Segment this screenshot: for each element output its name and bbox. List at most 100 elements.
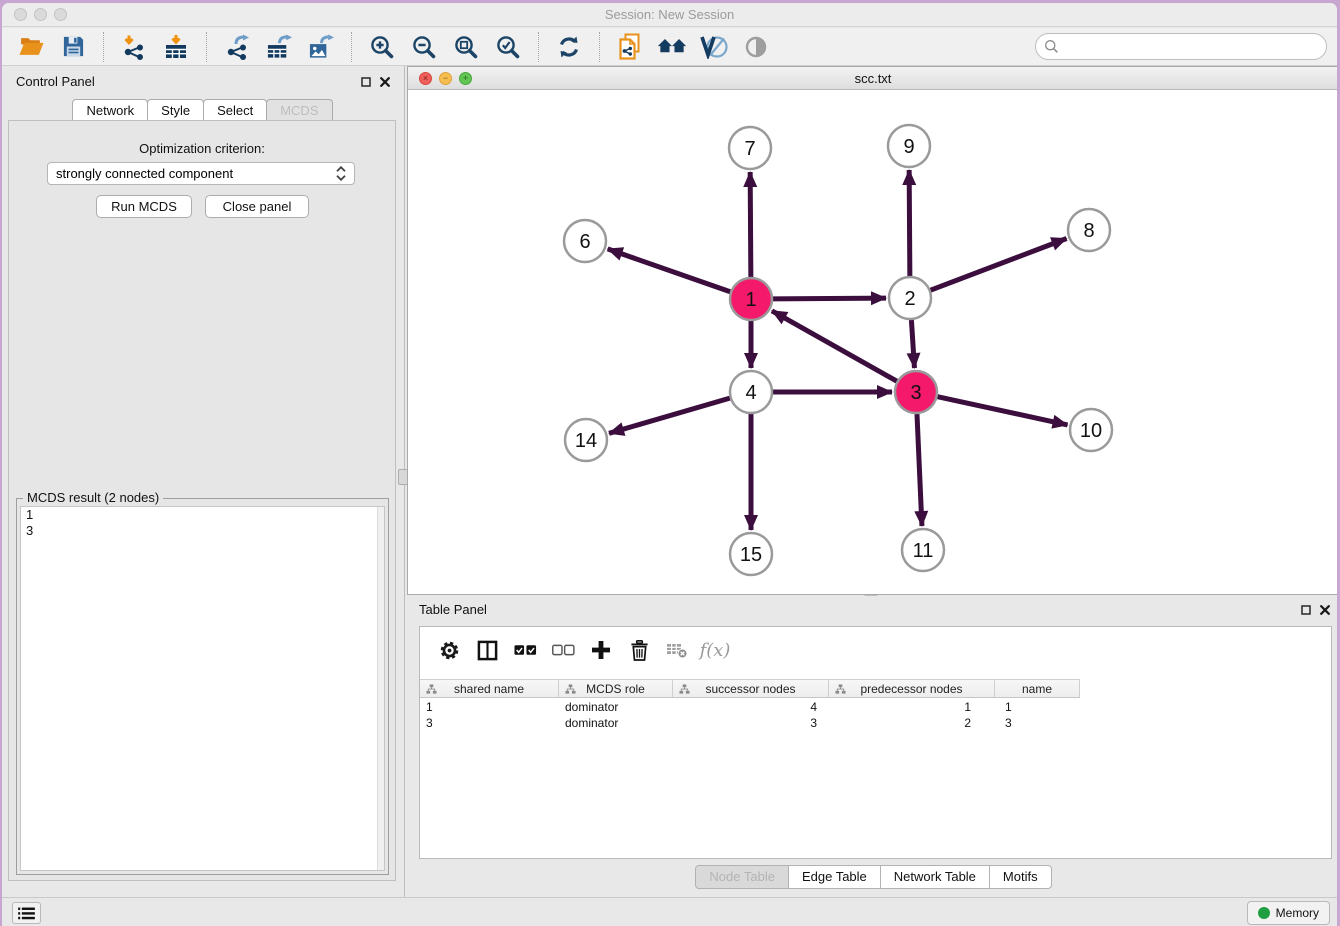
node-10[interactable]: 10	[1070, 409, 1112, 451]
run-mcds-button[interactable]: Run MCDS	[96, 195, 192, 218]
node-15[interactable]: 15	[730, 533, 772, 575]
edge-1-2[interactable]	[773, 298, 886, 299]
node-8[interactable]: 8	[1068, 209, 1110, 251]
export-image-icon[interactable]	[306, 32, 336, 62]
edge-3-10[interactable]	[937, 397, 1067, 425]
column-header-successor-nodes[interactable]: successor nodes	[673, 680, 829, 697]
column-header-predecessor-nodes[interactable]: predecessor nodes	[829, 680, 995, 697]
column-header-shared-name[interactable]: shared name	[420, 680, 559, 697]
unselect-all-columns-icon[interactable]	[550, 637, 576, 663]
cell-MCDS-role[interactable]: dominator	[559, 715, 673, 731]
refresh-icon[interactable]	[554, 32, 584, 62]
column-header-name[interactable]: name	[995, 680, 1080, 697]
import-table-icon[interactable]	[161, 32, 191, 62]
mcds-result-text[interactable]: 13	[20, 506, 385, 871]
cell-predecessor-nodes[interactable]: 2	[829, 715, 995, 731]
control-panel-title: Control Panel	[16, 74, 95, 89]
result-scrollbar[interactable]	[377, 507, 384, 870]
node-9[interactable]: 9	[888, 125, 930, 167]
task-history-button[interactable]	[12, 902, 41, 924]
memory-status-dot	[1258, 907, 1270, 919]
hide-details-icon[interactable]	[741, 32, 771, 62]
edge-2-9[interactable]	[909, 170, 910, 276]
memory-label: Memory	[1276, 906, 1319, 920]
svg-text:4: 4	[745, 382, 756, 404]
table-tabs: Node TableEdge TableNetwork TableMotifs	[407, 865, 1337, 889]
edge-4-14[interactable]	[609, 398, 730, 433]
node-6[interactable]: 6	[564, 220, 606, 262]
edge-1-6[interactable]	[608, 249, 731, 292]
zoom-in-icon[interactable]	[367, 32, 397, 62]
table-panel-title: Table Panel	[419, 602, 487, 617]
table-row[interactable]: 3dominator323	[420, 715, 1331, 731]
chevron-updown-icon	[336, 166, 346, 181]
search-input[interactable]	[1064, 38, 1326, 55]
close-table-panel-icon[interactable]	[1320, 605, 1330, 615]
zoom-selected-icon[interactable]	[493, 32, 523, 62]
optimization-dropdown[interactable]: strongly connected component	[47, 162, 355, 185]
add-row-icon[interactable]	[588, 637, 614, 663]
delete-row-trash-icon[interactable]	[626, 637, 652, 663]
node-7[interactable]: 7	[729, 127, 771, 169]
memory-button[interactable]: Memory	[1247, 901, 1330, 925]
toolbar-separator	[599, 32, 600, 62]
node-14[interactable]: 14	[565, 419, 607, 461]
edge-2-3[interactable]	[911, 320, 914, 368]
network-view-window: × − + scc.txt 7 9 6 8 1 2 4 3 14 10 15 11	[407, 66, 1337, 595]
cell-name[interactable]: 1	[995, 699, 1080, 715]
cell-shared-name[interactable]: 3	[420, 715, 559, 731]
svg-text:2: 2	[904, 288, 915, 310]
edge-3-11[interactable]	[917, 414, 922, 526]
svg-text:14: 14	[575, 430, 597, 452]
cell-successor-nodes[interactable]: 3	[673, 715, 829, 731]
edge-3-1[interactable]	[772, 311, 897, 381]
select-all-columns-icon[interactable]	[512, 637, 538, 663]
cell-MCDS-role[interactable]: dominator	[559, 699, 673, 715]
close-panel-button[interactable]: Close panel	[205, 195, 309, 218]
import-network-icon[interactable]	[119, 32, 149, 62]
network-window-titlebar[interactable]: × − + scc.txt	[408, 67, 1337, 90]
svg-text:10: 10	[1080, 420, 1102, 442]
svg-text:7: 7	[744, 138, 755, 160]
style-toggle-icon[interactable]	[699, 32, 729, 62]
svg-text:3: 3	[910, 382, 921, 404]
node-1[interactable]: 1	[730, 278, 772, 320]
table-settings-gear-icon[interactable]	[436, 637, 462, 663]
svg-text:8: 8	[1083, 220, 1094, 242]
clone-network-icon[interactable]	[615, 32, 645, 62]
search-box[interactable]	[1035, 33, 1327, 60]
tab-node-table[interactable]: Node Table	[695, 865, 789, 889]
node-4[interactable]: 4	[730, 371, 772, 413]
export-network-icon[interactable]	[222, 32, 252, 62]
zoom-fit-icon[interactable]	[451, 32, 481, 62]
edge-2-8[interactable]	[931, 239, 1067, 291]
node-2[interactable]: 2	[889, 277, 931, 319]
table-row[interactable]: 1dominator411	[420, 699, 1331, 715]
function-builder-icon[interactable]: f(x)	[702, 637, 728, 663]
tab-motifs[interactable]: Motifs	[989, 865, 1052, 889]
float-panel-icon[interactable]	[361, 77, 371, 87]
column-layout-icon[interactable]	[474, 637, 500, 663]
node-3[interactable]: 3	[895, 371, 937, 413]
save-session-icon[interactable]	[58, 32, 88, 62]
node-11[interactable]: 11	[902, 529, 944, 571]
column-header-MCDS-role[interactable]: MCDS role	[559, 680, 673, 697]
svg-text:1: 1	[745, 289, 756, 311]
edge-1-7[interactable]	[750, 172, 751, 277]
app-window: Session: New Session	[2, 3, 1337, 926]
cell-successor-nodes[interactable]: 4	[673, 699, 829, 715]
delete-table-icon[interactable]	[664, 637, 690, 663]
tab-edge-table[interactable]: Edge Table	[788, 865, 881, 889]
network-window-title: scc.txt	[408, 71, 1337, 86]
cell-predecessor-nodes[interactable]: 1	[829, 699, 995, 715]
export-table-icon[interactable]	[264, 32, 294, 62]
float-table-panel-icon[interactable]	[1301, 605, 1311, 615]
zoom-out-icon[interactable]	[409, 32, 439, 62]
close-panel-icon[interactable]	[380, 77, 390, 87]
network-graph[interactable]: 7 9 6 8 1 2 4 3 14 10 15 11	[408, 90, 1337, 594]
tab-network-table[interactable]: Network Table	[880, 865, 990, 889]
home-layout-icon[interactable]	[657, 32, 687, 62]
cell-shared-name[interactable]: 1	[420, 699, 559, 715]
cell-name[interactable]: 3	[995, 715, 1080, 731]
open-session-icon[interactable]	[16, 32, 46, 62]
